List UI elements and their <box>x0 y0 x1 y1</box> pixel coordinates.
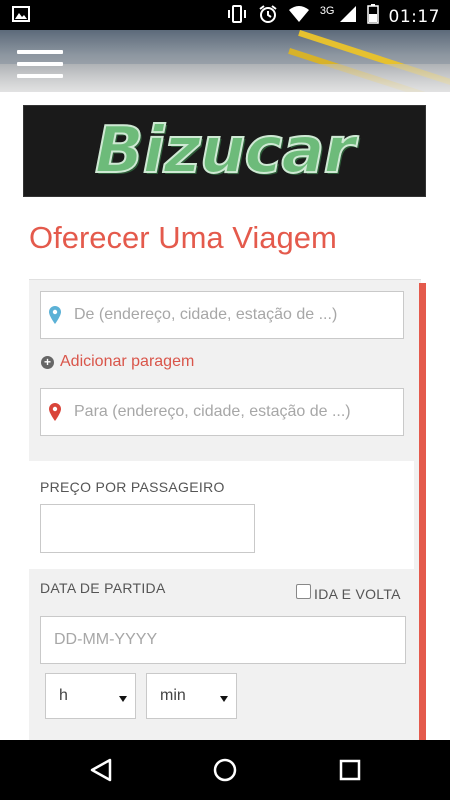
location-pin-icon <box>49 306 61 329</box>
page-title: Oferecer Uma Viagem <box>29 220 337 255</box>
vibrate-icon <box>226 5 248 28</box>
chevron-down-icon <box>220 696 228 702</box>
round-trip-label[interactable]: IDA E VOLTA <box>314 586 401 602</box>
hamburger-menu-icon[interactable] <box>17 50 63 82</box>
network-type: 3G <box>319 4 335 17</box>
date-placeholder: DD-MM-YYYY <box>54 631 158 648</box>
round-trip-checkbox[interactable] <box>296 584 311 599</box>
status-time: 01:17 <box>388 6 440 27</box>
header-background-image <box>0 30 450 92</box>
wifi-icon <box>288 5 310 28</box>
hour-select[interactable]: h <box>45 673 136 719</box>
add-stop-link[interactable]: + Adicionar paragem <box>41 353 194 371</box>
status-bar: 3G 01:17 <box>0 0 450 30</box>
battery-icon <box>366 4 379 29</box>
back-icon[interactable] <box>86 755 116 785</box>
home-icon[interactable] <box>210 755 240 785</box>
from-input[interactable]: De (endereço, cidade, estação de ...) <box>40 291 404 339</box>
location-pin-icon <box>49 403 61 426</box>
image-icon <box>12 6 30 27</box>
chevron-down-icon <box>119 696 127 702</box>
signal-icon <box>339 5 357 28</box>
alarm-icon <box>258 4 278 29</box>
to-placeholder: Para (endereço, cidade, estação de ...) <box>74 403 351 420</box>
price-input[interactable] <box>40 504 255 553</box>
price-label: PREÇO POR PASSAGEIRO <box>40 479 225 495</box>
minute-select[interactable]: min <box>146 673 237 719</box>
date-input[interactable]: DD-MM-YYYY <box>40 616 406 664</box>
recents-icon[interactable] <box>335 755 365 785</box>
system-nav-bar <box>0 740 450 800</box>
to-input[interactable]: Para (endereço, cidade, estação de ...) <box>40 388 404 436</box>
logo: Bizucar <box>94 113 356 189</box>
scroll-indicator <box>419 283 426 740</box>
hour-value: h <box>59 687 68 704</box>
from-placeholder: De (endereço, cidade, estação de ...) <box>74 306 338 323</box>
logo-banner[interactable]: Bizucar <box>23 105 426 197</box>
plus-circle-icon: + <box>41 355 54 369</box>
minute-value: min <box>160 687 186 704</box>
departure-label: DATA DE PARTIDA <box>40 580 166 596</box>
add-stop-label: Adicionar paragem <box>60 353 195 370</box>
